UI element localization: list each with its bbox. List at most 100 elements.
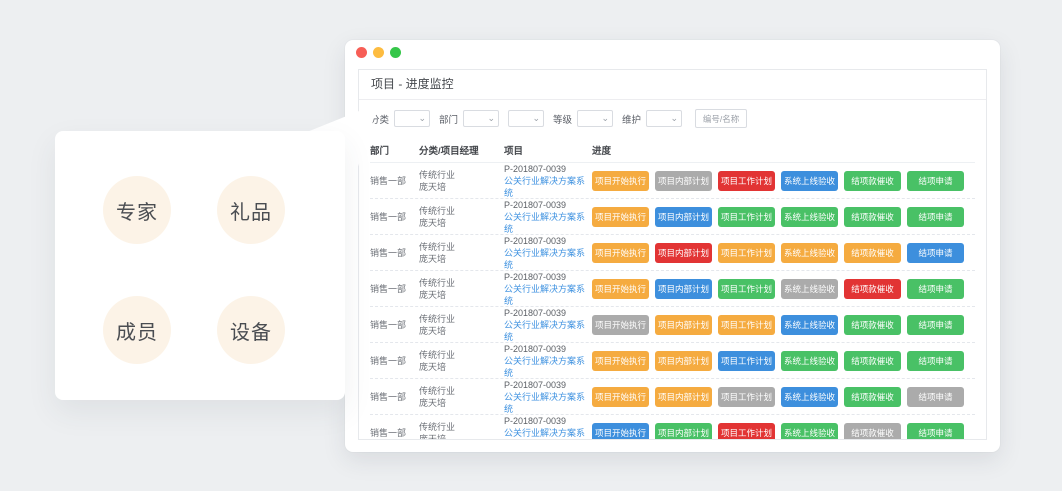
progress-badge[interactable]: 项目开始执行 (592, 279, 649, 299)
progress-badge[interactable]: 项目工作计划 (718, 243, 775, 263)
project-link[interactable]: 公关行业解决方案系统 (504, 391, 592, 415)
chevron-down-icon: ⌄ (532, 111, 540, 126)
progress-badge[interactable]: 结项申请 (907, 207, 964, 227)
cell-progress: 项目开始执行项目内部计划项目工作计划系统上线验收结项款催收结项申请 (592, 315, 975, 335)
progress-badge[interactable]: 项目工作计划 (718, 351, 775, 371)
manager-text: 庞天培 (419, 361, 504, 373)
header-project: 项目 (504, 143, 592, 157)
progress-badge[interactable]: 项目开始执行 (592, 387, 649, 407)
progress-badge[interactable]: 结项申请 (907, 315, 964, 335)
progress-badge[interactable]: 结项申请 (907, 243, 964, 263)
progress-badge[interactable]: 系统上线验收 (781, 207, 838, 227)
project-link[interactable]: 公关行业解决方案系统 (504, 355, 592, 379)
progress-badges: 项目开始执行项目内部计划项目工作计划系统上线验收结项款催收结项申请 (592, 171, 975, 191)
level-select[interactable]: ⌄ (577, 110, 613, 127)
progress-badge[interactable]: 系统上线验收 (781, 279, 838, 299)
progress-badge[interactable]: 项目内部计划 (655, 387, 712, 407)
progress-badge[interactable]: 系统上线验收 (781, 423, 838, 441)
bubble-item-member[interactable]: 成员 (103, 296, 171, 364)
project-link[interactable]: 公关行业解决方案系统 (504, 319, 592, 343)
progress-badge[interactable]: 结项申请 (907, 387, 964, 407)
progress-badge[interactable]: 系统上线验收 (781, 387, 838, 407)
project-code: P-201807-0039 (504, 343, 592, 355)
progress-badge[interactable]: 系统上线验收 (781, 171, 838, 191)
progress-badge[interactable]: 项目内部计划 (655, 243, 712, 263)
progress-badge[interactable]: 项目开始执行 (592, 315, 649, 335)
progress-badges: 项目开始执行项目内部计划项目工作计划系统上线验收结项款催收结项申请 (592, 279, 975, 299)
department-select[interactable]: ⌄ (463, 110, 499, 127)
table-row: 销售一部传统行业庞天培P-201807-0039公关行业解决方案系统项目开始执行… (370, 307, 975, 343)
page-title: 项目 - 进度监控 (359, 70, 986, 100)
minimize-window-button[interactable] (373, 47, 384, 58)
progress-badge[interactable]: 结项申请 (907, 423, 964, 441)
project-link[interactable]: 公关行业解决方案系统 (504, 175, 592, 199)
progress-badge[interactable]: 系统上线验收 (781, 315, 838, 335)
progress-badge[interactable]: 项目开始执行 (592, 351, 649, 371)
chevron-down-icon: ⌄ (602, 111, 610, 126)
progress-badge[interactable]: 项目工作计划 (718, 207, 775, 227)
cell-category-manager: 传统行业庞天培 (419, 385, 504, 409)
progress-badge[interactable]: 项目开始执行 (592, 423, 649, 441)
progress-badge[interactable]: 结项款催收 (844, 171, 901, 191)
window-controls (356, 47, 401, 58)
progress-badge[interactable]: 项目开始执行 (592, 171, 649, 191)
progress-badge[interactable]: 项目开始执行 (592, 207, 649, 227)
cell-project: P-201807-0039公关行业解决方案系统 (504, 235, 592, 271)
progress-badge[interactable]: 项目内部计划 (655, 279, 712, 299)
project-link[interactable]: 公关行业解决方案系统 (504, 247, 592, 271)
chevron-down-icon: ⌄ (418, 111, 426, 126)
maintain-select[interactable]: ⌄ (646, 110, 682, 127)
progress-badge[interactable]: 系统上线验收 (781, 351, 838, 371)
progress-badge[interactable]: 结项款催收 (844, 207, 901, 227)
progress-badge[interactable]: 结项申请 (907, 171, 964, 191)
search-input[interactable]: 编号/名称 (695, 109, 747, 128)
filter-label-department: 部门 (439, 112, 458, 126)
cell-project: P-201807-0039公关行业解决方案系统 (504, 271, 592, 307)
progress-badge[interactable]: 项目内部计划 (655, 351, 712, 371)
project-code: P-201807-0039 (504, 379, 592, 391)
cell-department: 销售一部 (370, 426, 419, 439)
sub-department-select[interactable]: ⌄ (508, 110, 544, 127)
cell-project: P-201807-0039公关行业解决方案系统 (504, 415, 592, 441)
project-link[interactable]: 公关行业解决方案系统 (504, 283, 592, 307)
progress-badge[interactable]: 项目工作计划 (718, 171, 775, 191)
project-code: P-201807-0039 (504, 271, 592, 283)
bubble-item-gift[interactable]: 礼品 (217, 176, 285, 244)
header-category-manager: 分类/项目经理 (419, 143, 504, 157)
progress-badge[interactable]: 项目工作计划 (718, 423, 775, 441)
progress-badges: 项目开始执行项目内部计划项目工作计划系统上线验收结项款催收结项申请 (592, 387, 975, 407)
bubble-card: 专家 礼品 成员 设备 (55, 131, 345, 400)
progress-badge[interactable]: 结项款催收 (844, 243, 901, 263)
manager-text: 庞天培 (419, 253, 504, 265)
progress-badge[interactable]: 结项款催收 (844, 351, 901, 371)
bubble-item-equipment[interactable]: 设备 (217, 296, 285, 364)
progress-badge[interactable]: 项目工作计划 (718, 279, 775, 299)
progress-badge[interactable]: 项目内部计划 (655, 315, 712, 335)
category-text: 传统行业 (419, 169, 504, 181)
progress-badge[interactable]: 结项申请 (907, 279, 964, 299)
zoom-window-button[interactable] (390, 47, 401, 58)
cell-category-manager: 传统行业庞天培 (419, 205, 504, 229)
progress-badge[interactable]: 结项款催收 (844, 279, 901, 299)
progress-badge[interactable]: 项目内部计划 (655, 423, 712, 441)
project-link[interactable]: 公关行业解决方案系统 (504, 211, 592, 235)
progress-badge[interactable]: 结项款催收 (844, 387, 901, 407)
manager-text: 庞天培 (419, 397, 504, 409)
cell-department: 销售一部 (370, 390, 419, 403)
table-row: 销售一部传统行业庞天培P-201807-0039公关行业解决方案系统项目开始执行… (370, 199, 975, 235)
progress-badge[interactable]: 结项款催收 (844, 423, 901, 441)
bubble-item-expert[interactable]: 专家 (103, 176, 171, 244)
project-link[interactable]: 公关行业解决方案系统 (504, 427, 592, 441)
table-row: 销售一部传统行业庞天培P-201807-0039公关行业解决方案系统项目开始执行… (370, 343, 975, 379)
cell-category-manager: 传统行业庞天培 (419, 313, 504, 337)
progress-badge[interactable]: 结项款催收 (844, 315, 901, 335)
progress-badge[interactable]: 结项申请 (907, 351, 964, 371)
progress-badge[interactable]: 项目内部计划 (655, 171, 712, 191)
category-select[interactable]: ⌄ (394, 110, 430, 127)
close-window-button[interactable] (356, 47, 367, 58)
progress-badge[interactable]: 项目开始执行 (592, 243, 649, 263)
progress-badge[interactable]: 项目工作计划 (718, 387, 775, 407)
progress-badge[interactable]: 系统上线验收 (781, 243, 838, 263)
progress-badge[interactable]: 项目内部计划 (655, 207, 712, 227)
progress-badge[interactable]: 项目工作计划 (718, 315, 775, 335)
